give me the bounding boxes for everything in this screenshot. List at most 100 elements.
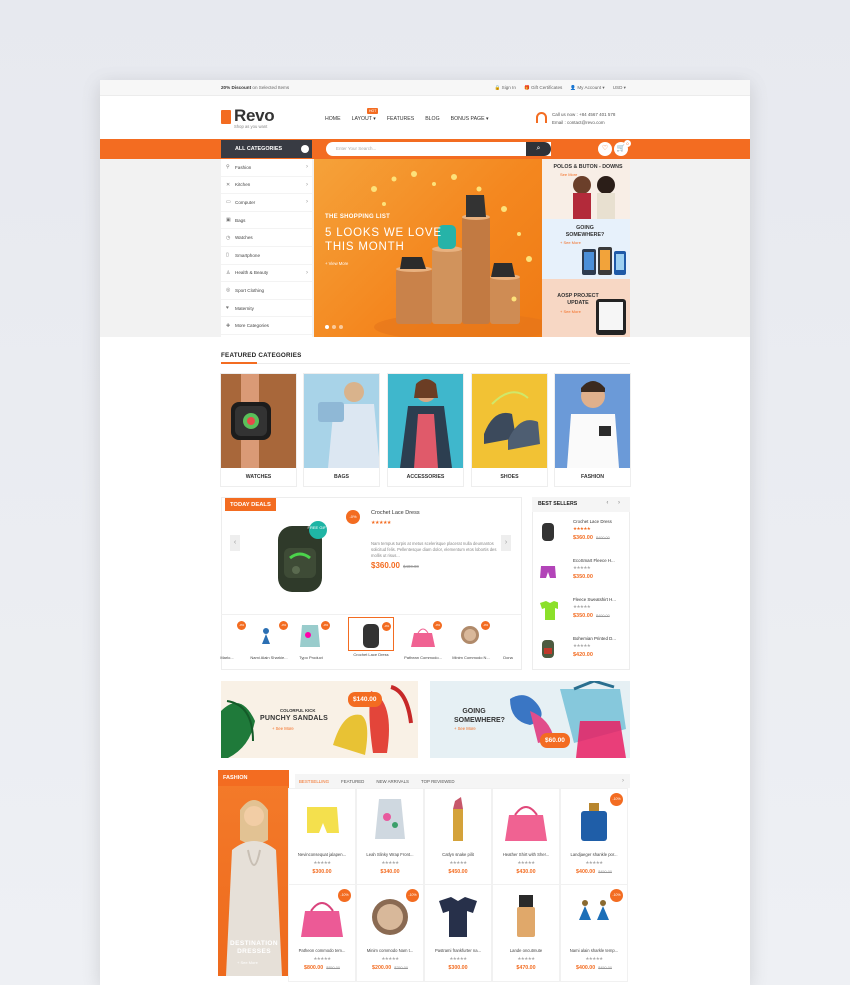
thumb-1[interactable]: -0% Marlo...	[206, 617, 248, 660]
backpack-icon	[542, 640, 554, 658]
slider-view-more[interactable]: + View More	[325, 261, 348, 266]
hanger-icon: ⚲	[226, 164, 230, 171]
fashion-banner-more[interactable]: + See More	[237, 960, 258, 965]
nav-home[interactable]: HOME	[325, 116, 341, 122]
sidebar-item-more[interactable]: ✚ More Categories	[221, 317, 312, 335]
item-name: Fleece Sweatshirt H...	[573, 597, 616, 602]
sidebar-item-kitchen[interactable]: ✕ Kitchen ›	[221, 177, 312, 195]
banner-polos[interactable]: POLOS & BUTON - DOWNS See More	[542, 159, 630, 219]
best-seller-item[interactable]: Bohemian Printed D... ★★★★★ $420.00	[536, 634, 628, 672]
bags-image	[304, 374, 379, 468]
hot-badge: HOT	[367, 108, 379, 114]
sidebar-item-watches[interactable]: ◷ Watches	[221, 229, 312, 247]
fashion-banner-title: DESTINATION DRESSES	[230, 940, 278, 955]
sidebar-item-bags[interactable]: ▣ Bags	[221, 212, 312, 230]
account-menu[interactable]: 👤 My Account ▾	[570, 85, 604, 91]
item-price: $420.00	[573, 652, 593, 658]
product-card[interactable]: Heather Shirt with Sher... ★★★★★ $430.00	[493, 789, 559, 885]
item-price: $360.00	[573, 535, 593, 541]
product-card[interactable]: Lande oncutmute ★★★★★ $470.00	[493, 885, 559, 981]
product-card[interactable]: Pastrami frankfurter na... ★★★★★ $300.00	[425, 885, 491, 981]
gift-link[interactable]: 🎁 Gift Certificates	[524, 85, 562, 91]
sidebar-item-sport-clothing[interactable]: ◎ Sport Clothing	[221, 282, 312, 300]
sidebar-item-maternity[interactable]: ♥ Maternity	[221, 300, 312, 318]
sidebar-item-computer[interactable]: ▭ Computer ›	[221, 194, 312, 212]
search-input[interactable]: Enter Your Search...	[326, 142, 551, 156]
side-banners: POLOS & BUTON - DOWNS See More GOING SOM…	[542, 159, 630, 337]
price-value: $340.00	[380, 869, 400, 875]
fashion-tabs: BESTSELLING FEATURED NEW ARRIVALS TOP RE…	[295, 774, 630, 788]
category-sidebar: ⚲ Fashion › ✕ Kitchen › ▭ Computer › ▣ Bags ◷ Wa…	[221, 159, 312, 337]
tab-top-reviewed[interactable]: TOP REVIEWED	[421, 779, 455, 784]
hero-slider[interactable]: THE SHOPPING LIST 5 LOOKS WE LOVE THIS M…	[314, 159, 542, 337]
banner-aosp-more[interactable]: + See More	[560, 309, 581, 314]
slider-dot-1[interactable]	[325, 325, 329, 329]
category-card-bags[interactable]: BAGS	[304, 374, 379, 486]
sidebar-item-fashion[interactable]: ⚲ Fashion ›	[221, 159, 312, 177]
thumb-4-active[interactable]: -0%	[348, 617, 394, 651]
sign-in-link[interactable]: 🔒 Sign In	[495, 85, 516, 91]
category-label: FASHION	[580, 474, 605, 480]
gift-label: Gift Certificates	[530, 85, 563, 90]
tab-new-arrivals[interactable]: NEW ARRIVALS	[376, 779, 409, 784]
currency-select[interactable]: USD ▾	[613, 85, 626, 91]
tab-featured[interactable]: FEATURED	[341, 779, 364, 784]
prev-next-icons[interactable]: ‹ ›	[606, 500, 624, 506]
logo[interactable]: Revo	[234, 106, 275, 126]
product-card[interactable]: -10% Minim commodo Nam t... ★★★★★ $200.0…	[357, 885, 423, 981]
watch-icon: ◷	[226, 234, 231, 241]
banner-going-more[interactable]: + See More	[560, 240, 581, 245]
thumb-2[interactable]: -0% Nami Alain Sharkie...	[248, 617, 290, 660]
slider-dot-2[interactable]	[332, 325, 336, 329]
discount-badge: -10%	[338, 889, 351, 902]
banner-going[interactable]: GOING SOMEWHERE? + See More	[542, 219, 630, 279]
product-card[interactable]: -10% Nami alain sharkle temp... ★★★★★ $4…	[561, 885, 627, 981]
sidebar-item-smartphone[interactable]: ▯ Smartphone	[221, 247, 312, 265]
product-card[interactable]: -10% Landjaeger shankle por... ★★★★★ $40…	[561, 789, 627, 885]
all-categories-button[interactable]: ALL CATEGORIES	[221, 140, 312, 158]
thumb-3[interactable]: -0% Typo Product	[290, 617, 332, 660]
sidebar-item-health-beauty[interactable]: ♙ Health & Beauty ›	[221, 265, 312, 283]
thumb-label: Pathean Commodo...	[404, 655, 442, 660]
category-card-fashion[interactable]: FASHION	[555, 374, 630, 486]
thumb-6[interactable]: -0% Minim Commodo N...	[450, 617, 492, 660]
best-seller-item[interactable]: EcoSmart Fleece H... ★★★★★ $350.00	[536, 556, 628, 594]
nav-bonus-page[interactable]: BONUS PAGE ▾	[451, 116, 489, 122]
chevron-right-icon[interactable]: ›	[622, 778, 624, 784]
product-card[interactable]: Leah Slinky Wrap Front... ★★★★★ $340.00	[357, 789, 423, 885]
tab-bestselling[interactable]: BESTSELLING	[299, 779, 329, 784]
logo-tagline: Shop as you want	[234, 124, 268, 129]
wishlist-icon[interactable]: ♡	[598, 142, 612, 156]
best-seller-item[interactable]: Fleece Sweatshirt H... ★★★★★ $350.00 $40…	[536, 595, 628, 633]
price-value: $300.00	[448, 965, 468, 971]
slider-dot-3[interactable]	[339, 325, 343, 329]
search-button[interactable]: ⌕	[526, 142, 551, 156]
chevron-left-icon[interactable]: ‹	[230, 535, 240, 551]
price-value: $400.00	[576, 965, 596, 971]
nav-blog[interactable]: BLOG	[425, 116, 439, 122]
product-card[interactable]: Nevinconsequat jalapen... ★★★★★ $300.00	[289, 789, 355, 885]
banner-aosp[interactable]: AOSP PROJECT UPDATE + See More	[542, 279, 630, 337]
thumb-5[interactable]: -0% Pathean Commodo...	[402, 617, 444, 660]
title-underline	[221, 362, 257, 364]
thumb-7[interactable]: Dona	[495, 617, 521, 660]
nav-features[interactable]: FEATURES	[387, 116, 414, 122]
category-card-accessories[interactable]: ACCESSORIES	[388, 374, 463, 486]
old-price: $250.00	[394, 966, 408, 970]
price-value: $800.00	[304, 965, 324, 971]
discount-badge: -0%	[279, 621, 288, 630]
promo1-more[interactable]: + See More	[272, 726, 294, 731]
category-label: More Categories	[235, 323, 269, 329]
promo-text: 20% Discount on Selected Items	[221, 85, 289, 90]
product-card[interactable]: Catlyn snake pilit ★★★★★ $450.00	[425, 789, 491, 885]
nav-layout[interactable]: LAYOUT ▾	[352, 116, 376, 122]
category-card-shoes[interactable]: SHOES	[472, 374, 547, 486]
chevron-right-icon[interactable]: ›	[501, 535, 511, 551]
product-card[interactable]: -10% Patheon commodo tem... ★★★★★ $800.0…	[289, 885, 355, 981]
best-seller-item[interactable]: Crochet Lace Dress ★★★★★ $360.00 $400.00	[536, 517, 628, 555]
item-rating: ★★★★★	[573, 526, 591, 531]
category-card-watches[interactable]: WATCHES	[221, 374, 296, 486]
promo2-more[interactable]: + See More	[454, 726, 476, 731]
deal-product-name[interactable]: Crochet Lace Dress	[371, 510, 420, 516]
chevron-right-icon: ›	[306, 181, 308, 188]
